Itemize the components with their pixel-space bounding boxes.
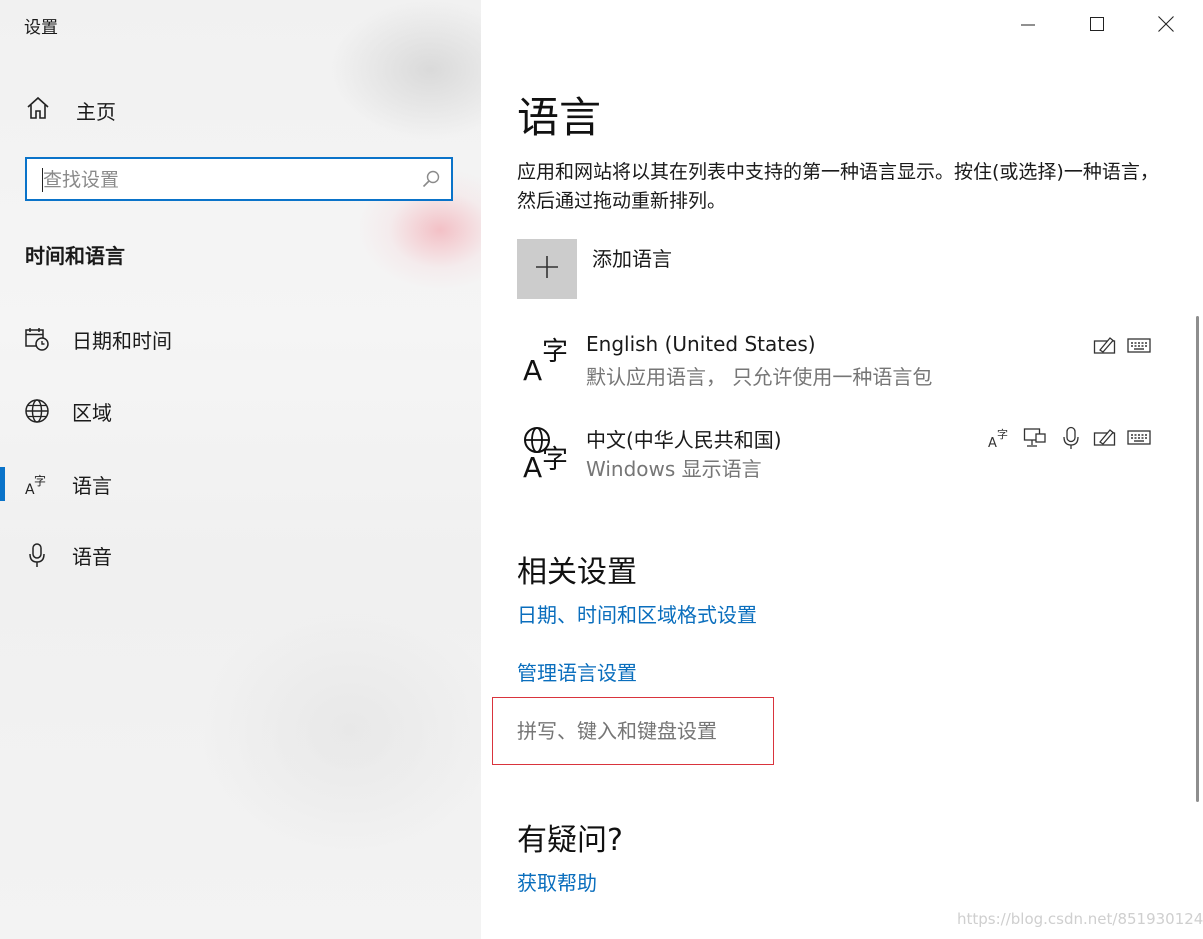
- sidebar-item-label: 语音: [72, 545, 112, 569]
- language-name: English (United States): [586, 332, 816, 356]
- related-settings-title: 相关设置: [517, 555, 637, 590]
- language-subtitle: 默认应用语言， 只允许使用一种语言包: [586, 365, 933, 389]
- svg-text:A: A: [988, 436, 997, 450]
- search-input[interactable]: [41, 165, 415, 195]
- language-icon: A 字: [24, 471, 50, 498]
- display-language-icon: A 字: [987, 426, 1011, 451]
- microphone-icon: [24, 542, 50, 568]
- app-title: 设置: [24, 18, 58, 38]
- home-icon: [24, 94, 52, 126]
- svg-text:字: 字: [542, 337, 568, 367]
- maximize-icon: [1089, 16, 1105, 36]
- keyboard-icon: [1127, 426, 1151, 448]
- page-description: 应用和网站将以其在列表中支持的第一种语言显示。按住(或选择)一种语言，然后通过拖…: [517, 161, 1159, 212]
- close-button[interactable]: [1143, 8, 1189, 44]
- nav-home[interactable]: 主页: [24, 92, 116, 128]
- nav-home-label: 主页: [76, 99, 116, 124]
- display-language-icon: A 字: [523, 424, 573, 484]
- add-language-label: 添加语言: [592, 247, 672, 271]
- language-name: 中文(中华人民共和国): [586, 428, 782, 452]
- sidebar-item-speech[interactable]: 语音: [0, 530, 481, 580]
- get-help-link[interactable]: 获取帮助: [517, 867, 597, 896]
- text-to-speech-icon: [1023, 426, 1047, 448]
- plus-icon: [534, 254, 560, 284]
- close-icon: [1157, 15, 1175, 37]
- maximize-button[interactable]: [1074, 8, 1120, 44]
- svg-text:A: A: [523, 354, 542, 384]
- watermark: https://blog.csdn.net/851930124: [957, 910, 1203, 928]
- svg-text:字: 字: [34, 473, 46, 488]
- background-blur: [200, 600, 481, 860]
- page-title: 语言: [517, 93, 602, 142]
- calendar-clock-icon: [24, 326, 50, 352]
- settings-window: 设置 主页 时间和语言: [0, 0, 1203, 939]
- add-language-button[interactable]: 添加语言: [517, 239, 672, 299]
- speech-icon: [1059, 426, 1083, 449]
- svg-text:A: A: [523, 451, 542, 480]
- add-language-tile: [517, 239, 577, 299]
- language-icon: A 字: [523, 332, 573, 388]
- language-item-chinese[interactable]: A 字 中文(中华人民共和国) Windows 显示语言 A 字: [517, 424, 1157, 488]
- keyboard-icon: [1127, 334, 1151, 356]
- handwriting-icon: [1093, 426, 1117, 448]
- sidebar-item-label: 区域: [72, 401, 112, 425]
- sidebar-item-region[interactable]: 区域: [0, 386, 481, 436]
- sidebar: 设置 主页 时间和语言: [0, 0, 481, 939]
- active-indicator: [0, 467, 5, 501]
- text-caret: [42, 168, 43, 192]
- search-icon[interactable]: [421, 169, 441, 193]
- date-time-region-format-link[interactable]: 日期、时间和区域格式设置: [517, 599, 757, 628]
- minimize-button[interactable]: [1005, 8, 1051, 44]
- handwriting-icon: [1093, 334, 1117, 356]
- search-box[interactable]: [25, 157, 453, 201]
- help-title: 有疑问?: [517, 823, 623, 858]
- svg-text:字: 字: [997, 427, 1008, 441]
- sidebar-item-label: 日期和时间: [72, 329, 172, 353]
- svg-text:字: 字: [542, 445, 568, 475]
- sidebar-item-label: 语言: [72, 474, 112, 498]
- background-blur: [330, 0, 481, 140]
- minimize-icon: [1020, 16, 1036, 36]
- sidebar-section-title: 时间和语言: [25, 244, 125, 268]
- spelling-typing-keyboard-link[interactable]: 拼写、键入和键盘设置: [517, 715, 717, 744]
- sidebar-item-language[interactable]: A 字 语言: [0, 459, 481, 509]
- language-item-english[interactable]: A 字 English (United States) 默认应用语言， 只允许使…: [517, 332, 1157, 396]
- scrollbar[interactable]: [1196, 316, 1199, 802]
- main-content: 语言 应用和网站将以其在列表中支持的第一种语言显示。按住(或选择)一种语言，然后…: [481, 0, 1203, 939]
- manage-language-settings-link[interactable]: 管理语言设置: [517, 657, 637, 686]
- language-subtitle: Windows 显示语言: [586, 457, 762, 481]
- globe-icon: [24, 398, 50, 424]
- sidebar-item-date-time[interactable]: 日期和时间: [0, 314, 481, 364]
